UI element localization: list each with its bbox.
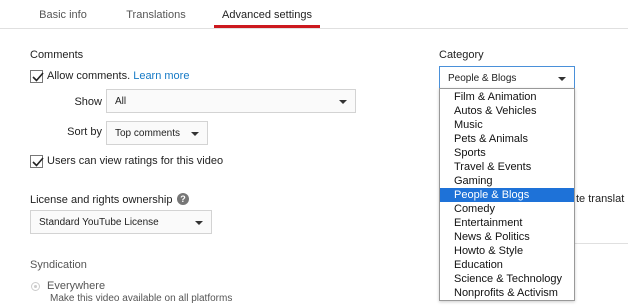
- category-option-sports[interactable]: Sports: [440, 146, 574, 160]
- category-select[interactable]: People & Blogs: [439, 66, 575, 90]
- sort-by-value: Top comments: [115, 127, 181, 139]
- show-comments-value: All: [115, 95, 127, 107]
- chevron-down-icon: [195, 221, 203, 225]
- learn-more-link[interactable]: Learn more: [133, 70, 189, 82]
- category-dropdown-list: Film & Animation Autos & Vehicles Music …: [439, 88, 575, 301]
- checkmark-icon: [32, 72, 44, 82]
- syndication-heading: Syndication: [30, 259, 87, 271]
- category-value: People & Blogs: [448, 72, 517, 84]
- license-value: Standard YouTube License: [39, 216, 159, 228]
- license-heading: License and rights ownership: [30, 194, 173, 206]
- chevron-down-icon: [191, 132, 199, 136]
- active-tab-indicator: [214, 25, 320, 28]
- allow-comments-row: Allow comments. Learn more: [47, 70, 189, 82]
- category-option-gaming[interactable]: Gaming: [440, 174, 574, 188]
- category-option-entertainment[interactable]: Entertainment: [440, 216, 574, 230]
- comments-heading: Comments: [30, 49, 84, 61]
- category-option-nonprofits-activism[interactable]: Nonprofits & Activism: [440, 286, 574, 300]
- help-icon[interactable]: ?: [177, 193, 189, 205]
- category-heading: Category: [439, 49, 484, 61]
- category-option-travel-events[interactable]: Travel & Events: [440, 160, 574, 174]
- category-option-pets-animals[interactable]: Pets & Animals: [440, 132, 574, 146]
- category-option-education[interactable]: Education: [440, 258, 574, 272]
- divider: [575, 243, 628, 244]
- category-option-music[interactable]: Music: [440, 118, 574, 132]
- license-select[interactable]: Standard YouTube License: [30, 210, 212, 234]
- chevron-down-icon: [558, 77, 566, 81]
- chevron-down-icon: [339, 100, 347, 104]
- show-label: Show: [74, 96, 102, 108]
- category-option-film-animation[interactable]: Film & Animation: [440, 90, 574, 104]
- view-ratings-checkbox[interactable]: [30, 155, 44, 168]
- category-option-people-blogs[interactable]: People & Blogs: [440, 188, 574, 202]
- sort-by-label: Sort by: [67, 126, 102, 138]
- category-option-science-technology[interactable]: Science & Technology: [440, 272, 574, 286]
- tab-basic-info[interactable]: Basic info: [30, 0, 96, 29]
- category-option-howto-style[interactable]: Howto & Style: [440, 244, 574, 258]
- checkmark-icon: [32, 157, 44, 167]
- category-option-news-politics[interactable]: News & Politics: [440, 230, 574, 244]
- allow-comments-label: Allow comments.: [47, 70, 131, 82]
- sort-by-select[interactable]: Top comments: [106, 121, 208, 145]
- everywhere-radio[interactable]: [31, 282, 40, 291]
- everywhere-label: Everywhere: [47, 280, 106, 292]
- category-option-comedy[interactable]: Comedy: [440, 202, 574, 216]
- tab-bar: Basic info Translations Advanced setting…: [0, 0, 628, 29]
- tab-translations[interactable]: Translations: [118, 0, 194, 29]
- allow-comments-checkbox[interactable]: [30, 70, 44, 83]
- view-ratings-label: Users can view ratings for this video: [47, 155, 224, 167]
- translation-text-fragment: te translat: [576, 193, 625, 205]
- everywhere-description: Make this video available on all platfor…: [50, 293, 233, 304]
- show-comments-select[interactable]: All: [106, 89, 356, 113]
- category-option-autos-vehicles[interactable]: Autos & Vehicles: [440, 104, 574, 118]
